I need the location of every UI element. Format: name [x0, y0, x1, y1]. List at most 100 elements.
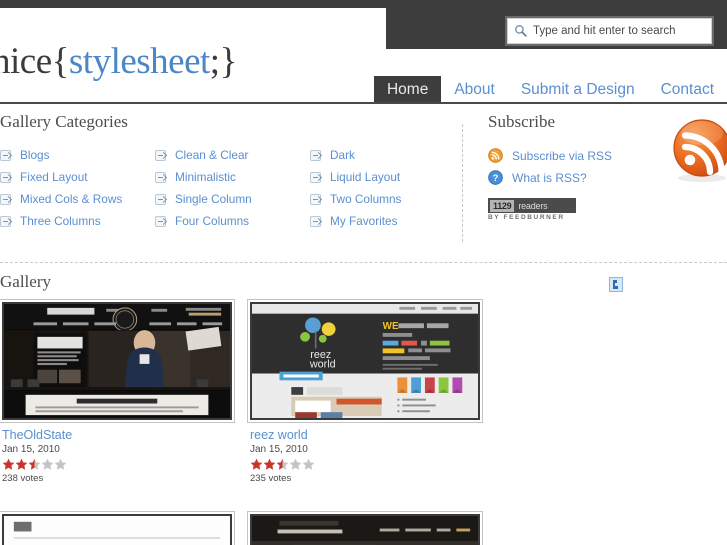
- gallery-card: reez world WE reez world Jan 15, 2010 23…: [247, 299, 483, 484]
- category-label: Three Columns: [20, 214, 101, 228]
- category-item-clean-clear[interactable]: Clean & Clear: [155, 148, 310, 162]
- nav-item-home[interactable]: Home: [373, 76, 442, 104]
- category-item-blogs[interactable]: Blogs: [0, 148, 155, 162]
- arrow-box-icon: [0, 215, 11, 227]
- search-box[interactable]: [507, 18, 712, 44]
- category-item-three-columns[interactable]: Three Columns: [0, 214, 155, 228]
- gallery-divider: [0, 262, 727, 263]
- logo-suffix: ;}: [209, 41, 238, 82]
- star-half-icon: [28, 458, 41, 470]
- gallery-categories-panel: Gallery Categories Blogs Clean & Clear D…: [0, 112, 460, 228]
- category-item-mixed-cols-rows[interactable]: Mixed Cols & Rows: [0, 192, 155, 206]
- feedburner-bar: 1129 readers: [488, 198, 576, 213]
- arrow-box-icon: [0, 171, 11, 183]
- category-item-liquid-layout[interactable]: Liquid Layout: [310, 170, 460, 184]
- gallery-header: Gallery: [0, 272, 727, 300]
- arrow-box-icon: [310, 171, 321, 183]
- arrow-box-icon: [155, 215, 166, 227]
- subscribe-item-label: Subscribe via RSS: [512, 148, 613, 163]
- arrow-box-icon: [310, 215, 321, 227]
- gallery-title: Gallery: [0, 272, 51, 291]
- svg-text:WE: WE: [383, 321, 399, 332]
- search-input[interactable]: [533, 25, 705, 37]
- svg-text:world: world: [309, 359, 336, 371]
- arrow-box-icon: [155, 193, 166, 205]
- category-label: Clean & Clear: [175, 148, 249, 162]
- rss-icon: [488, 148, 503, 163]
- gallery-card: [247, 511, 483, 545]
- nav-item-about[interactable]: About: [441, 76, 508, 104]
- feedburner-count: 1129: [490, 199, 515, 212]
- category-item-single-column[interactable]: Single Column: [155, 192, 310, 206]
- subscribe-item-label: What is RSS?: [512, 170, 587, 185]
- logo-prefix: nice{: [0, 41, 69, 82]
- category-label: Blogs: [20, 148, 50, 162]
- category-label: Minimalistic: [175, 170, 236, 184]
- gallery-card: TheOldState Jan 15, 2010 238 votes: [0, 299, 235, 484]
- category-item-dark[interactable]: Dark: [310, 148, 460, 162]
- reezworld-thumbnail[interactable]: reez world WE: [247, 299, 483, 423]
- rating-stars[interactable]: [250, 458, 480, 471]
- site-logo[interactable]: nice{stylesheet;}: [0, 40, 237, 83]
- category-item-four-columns[interactable]: Four Columns: [155, 214, 310, 228]
- feedburner-badge[interactable]: 1129 readers BY FEEDBURNER: [488, 198, 576, 224]
- nav-item-submit[interactable]: Submit a Design: [508, 76, 648, 104]
- category-label: Two Columns: [330, 192, 402, 206]
- question-icon: ?: [488, 170, 503, 185]
- category-label: Liquid Layout: [330, 170, 401, 184]
- category-item-my-favorites[interactable]: My Favorites: [310, 214, 460, 228]
- main-nav: Home About Submit a Design Contact: [373, 76, 727, 104]
- star-icon: [15, 458, 28, 470]
- star-icon: [2, 458, 15, 470]
- gallery-card-title[interactable]: reez world: [250, 428, 480, 442]
- column-divider: [462, 124, 463, 242]
- category-label: Four Columns: [175, 214, 250, 228]
- gallery-card-date: Jan 15, 2010: [2, 444, 60, 455]
- gallery-card-votes: 235 votes: [250, 473, 292, 484]
- subscribe-panel: Subscribe Subscribe via RSS ? What is RS…: [488, 112, 727, 221]
- gallery-card-votes: 238 votes: [2, 473, 44, 484]
- rating-stars[interactable]: [2, 458, 232, 471]
- category-item-two-columns[interactable]: Two Columns: [310, 192, 460, 206]
- header-divider: [0, 102, 727, 104]
- light-layout-thumbnail[interactable]: [0, 511, 235, 545]
- page-root: nice{stylesheet;} Home About Submit a De…: [0, 0, 727, 545]
- category-label: My Favorites: [330, 214, 398, 228]
- site-header: nice{stylesheet;} Home About Submit a De…: [0, 8, 727, 104]
- category-item-fixed-layout[interactable]: Fixed Layout: [0, 170, 155, 184]
- feedburner-attribution: BY FEEDBURNER: [488, 214, 565, 221]
- gallery-section: Gallery TheOldState Jan 15, 2010 238 vot…: [0, 272, 727, 545]
- logo-accent: stylesheet: [68, 41, 210, 82]
- feedburner-readers-label: readers: [518, 200, 548, 211]
- nav-item-contact[interactable]: Contact: [648, 76, 727, 104]
- search-icon: [515, 25, 527, 37]
- arrow-box-icon: [155, 149, 166, 161]
- arrow-box-icon: [310, 193, 321, 205]
- gallery-card-date: Jan 15, 2010: [250, 444, 308, 455]
- arrow-box-icon: [310, 149, 321, 161]
- categories-grid: Blogs Clean & Clear Dark Fixed Layout Mi…: [0, 148, 460, 228]
- gallery-card: [0, 511, 235, 545]
- rss-feed-icon[interactable]: [669, 118, 727, 184]
- svg-text:?: ?: [493, 173, 499, 183]
- theoldstate-thumbnail[interactable]: [0, 299, 235, 423]
- star-icon: [302, 458, 315, 470]
- star-icon: [289, 458, 302, 470]
- top-strip: [0, 0, 727, 8]
- arrow-box-icon: [155, 171, 166, 183]
- category-label: Dark: [330, 148, 355, 162]
- star-icon: [250, 458, 263, 470]
- star-icon: [54, 458, 67, 470]
- broken-image-icon[interactable]: [609, 277, 623, 292]
- wedding-dresses-thumbnail[interactable]: [247, 511, 483, 545]
- star-half-icon: [276, 458, 289, 470]
- category-label: Single Column: [175, 192, 252, 206]
- category-label: Fixed Layout: [20, 170, 88, 184]
- category-label: Mixed Cols & Rows: [20, 192, 123, 206]
- arrow-box-icon: [0, 149, 11, 161]
- category-item-minimalistic[interactable]: Minimalistic: [155, 170, 310, 184]
- star-icon: [263, 458, 276, 470]
- gallery-card-title[interactable]: TheOldState: [2, 428, 232, 442]
- arrow-box-icon: [0, 193, 11, 205]
- categories-title: Gallery Categories: [0, 112, 128, 131]
